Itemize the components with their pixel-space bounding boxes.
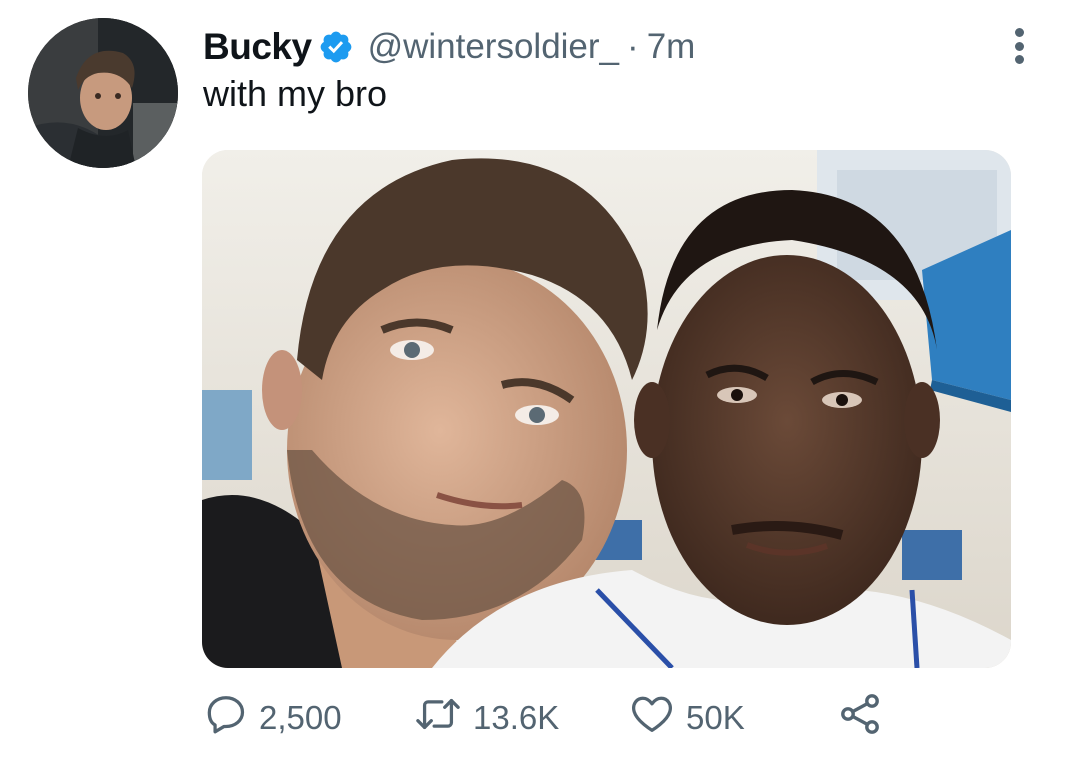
tweet-card[interactable]: Bucky @wintersoldier_ · 7m with my bro 2… — [0, 0, 1079, 762]
retweet-arrows-icon — [413, 691, 463, 745]
avatar[interactable] — [28, 18, 178, 168]
photo-two-men-selfie — [202, 150, 1011, 668]
reply-button[interactable]: 2,500 — [203, 690, 342, 746]
action-bar: 2,500 13.6K 50K — [203, 690, 903, 746]
share-nodes-icon — [836, 690, 884, 746]
tweet-image[interactable] — [202, 150, 1011, 668]
user-handle[interactable]: @wintersoldier_ — [368, 27, 619, 67]
separator-dot: · — [627, 27, 639, 66]
retweet-count: 13.6K — [473, 699, 560, 736]
more-options-button[interactable] — [1004, 24, 1034, 68]
verified-badge-icon — [318, 29, 354, 65]
like-count: 50K — [686, 699, 745, 736]
speech-bubble-icon — [203, 691, 249, 745]
timestamp[interactable]: 7m — [647, 27, 696, 67]
reply-count: 2,500 — [259, 699, 342, 736]
vertical-dots-icon — [1014, 28, 1024, 37]
avatar-photo — [28, 18, 178, 168]
share-button[interactable] — [836, 690, 884, 746]
tweet-header: Bucky @wintersoldier_ · 7m — [203, 22, 695, 72]
retweet-button[interactable]: 13.6K — [413, 690, 559, 746]
like-button[interactable]: 50K — [628, 690, 745, 746]
vertical-dots-icon — [1014, 41, 1024, 51]
heart-icon — [628, 691, 676, 745]
tweet-text: with my bro — [203, 73, 388, 114]
vertical-dots-icon — [1014, 55, 1024, 64]
display-name[interactable]: Bucky — [203, 26, 312, 68]
